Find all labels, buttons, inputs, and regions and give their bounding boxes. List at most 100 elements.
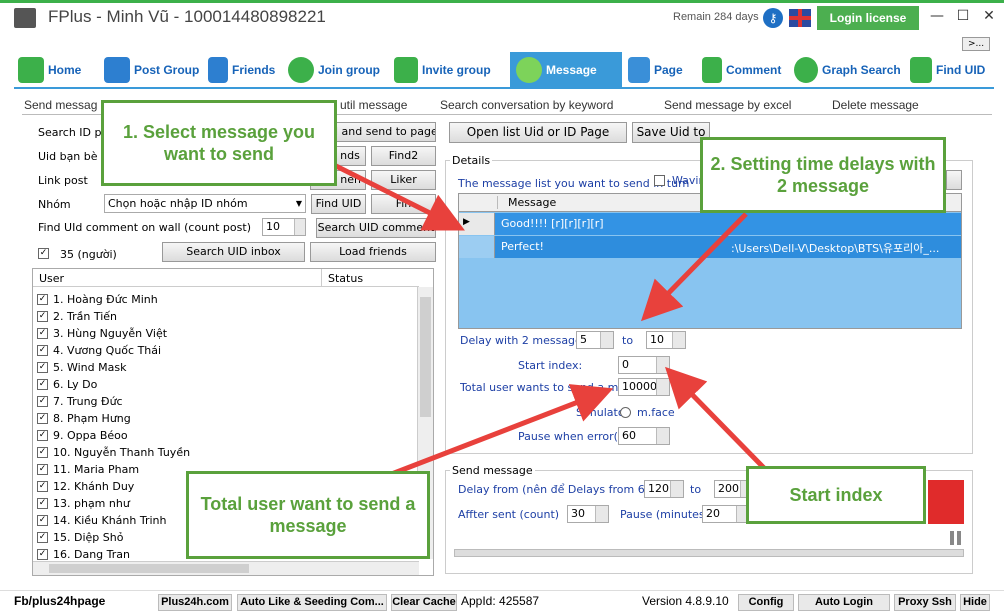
nav-graph-search[interactable]: Graph Search — [794, 52, 901, 88]
minimize-icon[interactable]: — — [927, 6, 947, 26]
nav-comment[interactable]: Comment — [702, 52, 781, 88]
option-button[interactable] — [946, 170, 962, 190]
row-selector[interactable]: ▶ — [459, 213, 495, 235]
user-checkbox[interactable]: ✓ — [37, 345, 48, 356]
col-message[interactable]: Message — [497, 196, 556, 209]
user-checkbox[interactable]: ✓ — [37, 294, 48, 305]
nav-find-uid[interactable]: Find UID — [910, 52, 985, 88]
select-all-checkbox[interactable]: ✓ — [38, 248, 49, 259]
maximize-icon[interactable]: ☐ — [953, 6, 973, 26]
user-row[interactable]: ✓ 10. Nguyễn Thanh Tuyền — [37, 444, 190, 461]
tab-util-message[interactable]: util message — [340, 98, 407, 112]
stop-button[interactable] — [928, 480, 964, 524]
delay-from-input[interactable]: 5 — [576, 331, 614, 349]
user-checkbox[interactable]: ✓ — [37, 464, 48, 475]
col-status[interactable]: Status — [321, 269, 369, 287]
open-list-button[interactable]: Open list Uid or ID Page — [449, 122, 627, 143]
user-checkbox[interactable]: ✓ — [37, 396, 48, 407]
message-row[interactable]: Perfect! :\Users\Dell-V\Desktop\BTS\유포리아… — [459, 236, 961, 258]
key-icon[interactable]: ⚷ — [763, 8, 783, 28]
user-row[interactable]: ✓ 14. Kiều Khánh Trinh — [37, 512, 167, 529]
user-checkbox[interactable]: ✓ — [37, 379, 48, 390]
user-row[interactable]: ✓ 1. Hoàng Đức Minh — [37, 291, 158, 308]
config-button[interactable]: Config — [738, 594, 794, 611]
find-button[interactable]: Fin — [371, 194, 436, 214]
user-row[interactable]: ✓ 8. Phạm Hưng — [37, 410, 131, 427]
user-checkbox[interactable]: ✓ — [37, 328, 48, 339]
send-delay-from-input[interactable]: 120 — [644, 480, 684, 498]
row-selector[interactable] — [459, 236, 495, 258]
page-link[interactable]: Fb/plus24hpage — [14, 594, 105, 608]
user-row[interactable]: ✓ 2. Trần Tiến — [37, 308, 117, 325]
tab-send-excel[interactable]: Send message by excel — [664, 98, 791, 112]
friends-button[interactable]: nds — [334, 146, 366, 166]
nav-post-group[interactable]: Post Group — [104, 52, 199, 88]
pause-error-input[interactable]: 60 — [618, 427, 670, 445]
user-row[interactable]: ✓ 9. Oppa Béoo — [37, 427, 128, 444]
delay-to-input[interactable]: 10 — [646, 331, 686, 349]
user-row[interactable]: ✓ 11. Maria Pham — [37, 461, 139, 478]
total-user-input[interactable]: 10000 — [618, 378, 670, 396]
tab-delete-message[interactable]: Delete message — [832, 98, 919, 112]
close-icon[interactable]: ✕ — [979, 6, 999, 26]
user-checkbox[interactable]: ✓ — [37, 362, 48, 373]
user-checkbox[interactable]: ✓ — [37, 498, 48, 509]
user-checkbox[interactable]: ✓ — [37, 532, 48, 543]
auto-like-button[interactable]: Auto Like & Seeding Com... — [237, 594, 387, 611]
user-row[interactable]: ✓ 13. phạm như — [37, 495, 130, 512]
tab-search-conversation[interactable]: Search conversation by keyword — [440, 98, 613, 112]
nav-home[interactable]: Home — [18, 52, 81, 88]
user-row[interactable]: ✓ 6. Ly Do — [37, 376, 97, 393]
nav-friends[interactable]: Friends — [208, 52, 275, 88]
uk-flag-icon[interactable] — [789, 9, 811, 27]
nav-message[interactable]: Message — [510, 52, 622, 88]
more-button[interactable]: >... — [962, 37, 990, 51]
user-checkbox[interactable]: ✓ — [37, 447, 48, 458]
message-grid[interactable]: Message ▶ Good!!!! [r][r][r][r] Perfect!… — [458, 193, 962, 329]
spinner-icon[interactable] — [294, 219, 305, 235]
pause-minutes-input[interactable]: 20 — [702, 505, 750, 523]
mface-radio[interactable] — [620, 407, 631, 418]
scroll-thumb[interactable] — [420, 297, 431, 417]
save-uid-button[interactable]: Save Uid to — [632, 122, 710, 143]
user-row[interactable]: ✓ 5. Wind Mask — [37, 359, 126, 376]
user-row[interactable]: ✓ 3. Hùng Nguyễn Việt — [37, 325, 167, 342]
proxy-ssh-button[interactable]: Proxy Ssh — [894, 594, 956, 611]
user-checkbox[interactable]: ✓ — [37, 413, 48, 424]
hscroll-thumb[interactable] — [49, 564, 249, 573]
pause-icon[interactable] — [950, 531, 962, 545]
user-checkbox[interactable]: ✓ — [37, 515, 48, 526]
message-row[interactable]: ▶ Good!!!! [r][r][r][r] — [459, 213, 961, 235]
count-post-input[interactable]: 10 — [262, 218, 306, 236]
search-uid-inbox-button[interactable]: Search UID inbox — [162, 242, 305, 262]
clear-cache-button[interactable]: Clear Cache — [391, 594, 457, 611]
nav-join-group[interactable]: Join group — [288, 52, 380, 88]
user-row[interactable]: ✓ 12. Khánh Duy — [37, 478, 134, 495]
search-uid-comment-button[interactable]: Search UID comment — [316, 218, 436, 238]
load-friends-button[interactable]: Load friends — [310, 242, 436, 262]
user-list-hscroll[interactable] — [33, 561, 419, 575]
liker-button[interactable]: Liker — [371, 170, 436, 190]
plus24h-button[interactable]: Plus24h.com — [158, 594, 232, 611]
user-checkbox[interactable]: ✓ — [37, 481, 48, 492]
tab-send-message[interactable]: Send messag — [24, 98, 97, 112]
user-checkbox[interactable]: ✓ — [37, 549, 48, 560]
start-index-input[interactable]: 0 — [618, 356, 670, 374]
auto-login-button[interactable]: Auto Login — [798, 594, 890, 611]
nav-invite-group[interactable]: Invite group — [394, 52, 491, 88]
waving-checkbox[interactable] — [654, 175, 665, 186]
hide-button[interactable]: Hide — [960, 594, 990, 611]
find-uid-button[interactable]: Find UID — [311, 194, 366, 214]
after-sent-input[interactable]: 30 — [567, 505, 609, 523]
nav-page[interactable]: Page — [628, 52, 683, 88]
user-row[interactable]: ✓ 4. Vương Quốc Thái — [37, 342, 161, 359]
user-row[interactable]: ✓ 7. Trung Đức — [37, 393, 123, 410]
login-license-button[interactable]: Login license — [817, 6, 919, 30]
user-row[interactable]: ✓ 15. Diệp Shỏ — [37, 529, 123, 546]
user-checkbox[interactable]: ✓ — [37, 430, 48, 441]
user-checkbox[interactable]: ✓ — [37, 311, 48, 322]
send-to-page-button[interactable]: l and send to page — [334, 122, 436, 142]
find2-button[interactable]: Find2 — [371, 146, 436, 166]
group-select[interactable]: Chọn hoặc nhập ID nhóm ▼ — [104, 194, 306, 213]
col-user[interactable]: User — [39, 272, 64, 285]
